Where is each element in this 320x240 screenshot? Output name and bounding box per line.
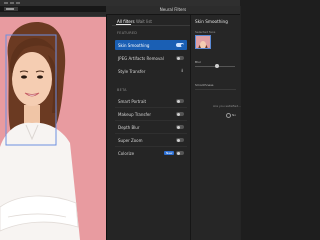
row-divider [115, 107, 187, 108]
section-label-featured: FEATURED [117, 31, 138, 35]
portrait-illustration [0, 17, 106, 240]
cloud-download-icon[interactable]: ⭳ [181, 68, 183, 76]
filter-row-depth-blur[interactable]: Depth Blur [115, 122, 187, 132]
tab-wait-list[interactable]: Wait list [136, 19, 152, 24]
filter-label: Smart Portrait [118, 99, 147, 104]
toggle-knob [176, 56, 180, 60]
blur-label: Blur [195, 60, 202, 64]
panel-title-bar[interactable]: Neural Filters [106, 6, 240, 15]
filter-settings: Skin Smoothing Selected face Blur Smooth… [191, 15, 241, 240]
toggle-knob [176, 138, 180, 142]
row-divider [115, 120, 187, 121]
filter-label: Skin Smoothing [118, 43, 150, 48]
filter-row-style-transfer[interactable]: Style Transfer ⭳ [115, 66, 187, 76]
blur-slider[interactable] [195, 64, 235, 68]
toggle-knob [176, 112, 180, 116]
filter-label: Colorize [118, 151, 135, 156]
filter-row-super-zoom[interactable]: Super Zoom [115, 135, 187, 145]
filter-row-makeup-transfer[interactable]: Makeup Transfer [115, 109, 187, 119]
menu-item-dot[interactable] [16, 2, 20, 4]
filter-toggle[interactable] [176, 43, 184, 47]
menu-item-dot[interactable] [4, 2, 8, 4]
row-divider [115, 133, 187, 134]
slider-thumb[interactable] [214, 64, 219, 68]
toggle-knob [176, 151, 180, 155]
menu-item-dot[interactable] [10, 2, 14, 4]
toggle-knob [180, 43, 184, 47]
filter-label: Style Transfer [118, 69, 146, 74]
filter-label: Super Zoom [118, 138, 143, 143]
filter-row-jpeg-artifacts-removal[interactable]: JPEG Artifacts Removal [115, 53, 187, 63]
row-divider [115, 146, 187, 147]
filter-toggle[interactable] [176, 125, 184, 129]
filter-toggle[interactable] [176, 112, 184, 116]
new-badge: New [164, 151, 174, 155]
feedback-prompt: Are you satisfied... [213, 104, 241, 108]
filter-row-skin-smoothing[interactable]: Skin Smoothing [115, 40, 187, 50]
filter-toggle[interactable] [176, 138, 184, 142]
settings-title: Skin Smoothing [195, 19, 228, 24]
document-tab[interactable] [4, 7, 18, 11]
filter-toggle[interactable] [176, 151, 184, 155]
filter-row-smart-portrait[interactable]: Smart Portrait [115, 96, 187, 106]
filter-toggle[interactable] [176, 56, 184, 60]
toggle-knob [176, 125, 180, 129]
filter-label: JPEG Artifacts Removal [118, 56, 164, 61]
filter-row-colorize[interactable]: Colorize New [115, 148, 187, 158]
option-label: No [232, 113, 237, 117]
section-divider [195, 89, 236, 90]
tab-divider [112, 25, 190, 26]
portrait-photo[interactable] [0, 17, 106, 240]
filter-label: Depth Blur [118, 125, 140, 130]
filter-toggle[interactable] [176, 99, 184, 103]
document-tab-label [6, 8, 14, 10]
face-thumbnail[interactable] [195, 35, 211, 49]
filter-label: Makeup Transfer [118, 112, 151, 117]
selected-face-label: Selected face [195, 30, 216, 34]
panel-title: Neural Filters [159, 7, 187, 12]
filter-list: All filters Wait list FEATURED Skin Smoo… [112, 15, 191, 240]
toggle-knob [176, 99, 180, 103]
section-label-beta: BETA [117, 88, 127, 92]
face-thumbnail-image [196, 39, 210, 48]
radio-button[interactable] [226, 113, 231, 118]
smoothness-label: Smoothness [195, 83, 214, 87]
